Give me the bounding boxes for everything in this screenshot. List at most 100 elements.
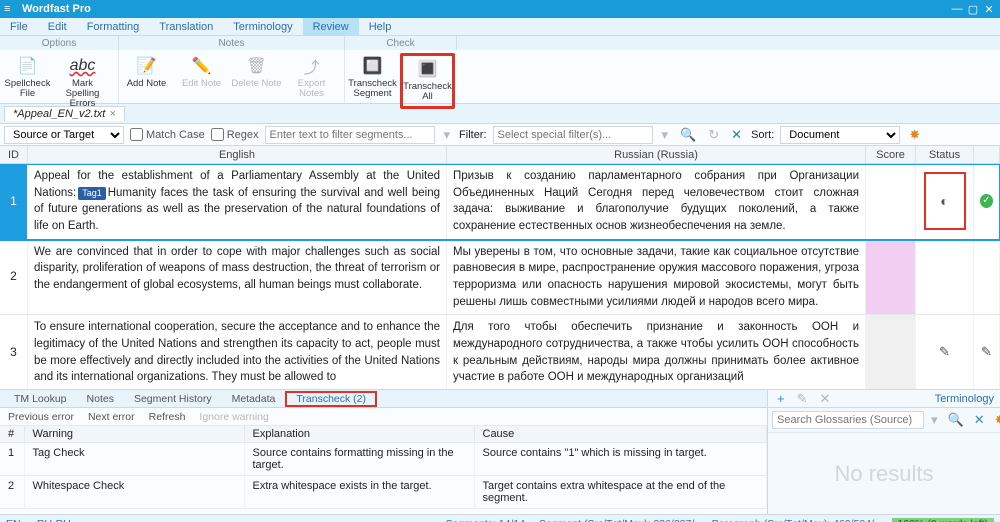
next-error-button[interactable]: Next error — [88, 411, 135, 423]
term-edit-icon[interactable]: ✎ — [794, 391, 811, 407]
delete-note-button[interactable]: 🗑 Delete Note — [229, 53, 284, 93]
col-english: English — [28, 146, 447, 163]
refresh-errors-button[interactable]: Refresh — [149, 411, 186, 423]
search-icon[interactable]: 🔍 — [677, 127, 699, 143]
status-lang: EN → RU-RU — [6, 518, 71, 522]
special-filter-dropdown-icon[interactable]: ▾ — [659, 127, 672, 143]
term-search-icon[interactable]: 🔍 — [945, 412, 967, 428]
score-bar — [866, 315, 916, 389]
tab-segment-history[interactable]: Segment History — [124, 392, 222, 406]
term-add-icon[interactable]: + — [774, 391, 788, 406]
app-title: Wordfast Pro — [22, 3, 91, 15]
export-notes-icon: ⤴ — [301, 55, 323, 77]
score-bar — [866, 240, 916, 315]
add-note-button[interactable]: 📝 Add Note — [119, 53, 174, 93]
term-delete-icon[interactable]: ✕ — [817, 391, 834, 407]
segment-row[interactable]: 3 To ensure international cooperation, s… — [0, 315, 1000, 389]
tc-row[interactable]: 1 Tag Check Source contains formatting m… — [0, 443, 767, 476]
segment-id: 2 — [0, 240, 28, 315]
filter-label: Filter: — [459, 129, 487, 141]
tc-row[interactable]: 2 Whitespace Check Extra whitespace exis… — [0, 476, 767, 509]
mark-spelling-icon: abc — [72, 55, 94, 77]
terminology-header: + ✎ ✕ Terminology — [768, 390, 1000, 408]
terminology-no-results: No results — [768, 433, 1000, 514]
segment-source[interactable]: To ensure international cooperation, sec… — [28, 315, 447, 389]
term-search-dropdown-icon[interactable]: ▾ — [928, 412, 941, 428]
segment-source[interactable]: We are convinced that in order to cope w… — [28, 240, 447, 315]
menu-file[interactable]: File — [0, 18, 38, 35]
scope-select[interactable]: Source or Target — [4, 126, 124, 144]
maximize-button[interactable]: ▢ — [966, 3, 980, 16]
match-case-checkbox[interactable]: Match Case — [130, 128, 205, 141]
export-notes-button[interactable]: ⤴ Export Notes — [284, 53, 339, 103]
transcheck-all-icon: 🔳 — [417, 58, 439, 80]
document-tabs: *Appeal_EN_v2.txt × — [0, 104, 1000, 124]
menu-formatting[interactable]: Formatting — [77, 18, 150, 35]
bottom-panels: TM Lookup Notes Segment History Metadata… — [0, 389, 1000, 514]
ribbon-captions: Options Notes Check — [0, 36, 1000, 50]
sort-label: Sort: — [751, 129, 774, 141]
menu-review[interactable]: Review — [303, 18, 359, 35]
tab-tm-lookup[interactable]: TM Lookup — [4, 392, 77, 406]
filter-text-input[interactable] — [265, 126, 435, 144]
inline-tag[interactable]: Tag1 — [78, 187, 106, 200]
document-tab-close[interactable]: × — [109, 108, 115, 120]
term-clear-icon[interactable]: ✕ — [971, 412, 988, 428]
filter-dropdown-icon[interactable]: ▾ — [441, 127, 454, 143]
title-bar: ≡ Wordfast Pro — ▢ ✕ — [0, 0, 1000, 18]
clear-filter-icon[interactable]: ✕ — [728, 127, 745, 143]
refresh-filter-icon[interactable]: ↻ — [705, 127, 722, 143]
transcheck-all-button[interactable]: 🔳 Transcheck All — [400, 53, 455, 109]
terminology-panel: + ✎ ✕ Terminology ▾ 🔍 ✕ ✸ No results — [768, 390, 1000, 514]
menu-edit[interactable]: Edit — [38, 18, 77, 35]
segment-row[interactable]: 2 We are convinced that in order to cope… — [0, 240, 1000, 316]
special-filter-input[interactable] — [493, 126, 653, 144]
gear-icon[interactable]: ✸ — [906, 127, 923, 143]
status-segment-counts: Segment (Src/Tgt/Max): 236/237/- — [539, 518, 698, 522]
add-note-icon: 📝 — [136, 55, 158, 77]
menu-help[interactable]: Help — [359, 18, 402, 35]
prev-error-button[interactable]: Previous error — [8, 411, 74, 423]
segment-target[interactable]: Для того чтобы обеспечить признание и за… — [447, 315, 866, 389]
tab-transcheck[interactable]: Transcheck (2) — [285, 391, 377, 407]
pin2-icon[interactable]: ✎ — [981, 343, 992, 362]
pin-icon[interactable]: ✎ — [939, 343, 950, 362]
terminology-title: Terminology — [935, 393, 994, 405]
segment-target[interactable]: Призыв к созданию парламентарного собран… — [447, 164, 866, 239]
segment-target[interactable]: Мы уверены в том, что основные задачи, т… — [447, 240, 866, 315]
menu-terminology[interactable]: Terminology — [223, 18, 302, 35]
status-segments: Segments: 14/14 — [446, 518, 525, 522]
spellcheck-button[interactable]: 📄 Spellcheck File — [0, 53, 55, 103]
sort-select[interactable]: Document — [780, 126, 900, 144]
segment-id: 3 — [0, 315, 28, 389]
hamburger-icon[interactable]: ≡ — [4, 3, 18, 15]
spellcheck-icon: 📄 — [17, 55, 39, 77]
col-id: ID — [0, 146, 28, 163]
ribbon: 📄 Spellcheck File abc Mark Spelling Erro… — [0, 50, 1000, 104]
tab-notes[interactable]: Notes — [77, 392, 124, 406]
edit-note-button[interactable]: ✏️ Edit Note — [174, 53, 229, 93]
status-progress: 100% (0 words left) — [892, 518, 994, 522]
regex-checkbox[interactable]: Regex — [211, 128, 259, 141]
segment-source[interactable]: Appeal for the establishment of a Parlia… — [28, 164, 447, 239]
terminology-search: ▾ 🔍 ✕ ✸ — [768, 408, 1000, 433]
transcheck-segment-button[interactable]: 🔲 Transcheck Segment — [345, 53, 400, 103]
delete-note-icon: 🗑 — [246, 55, 268, 77]
segment-row[interactable]: 1 Appeal for the establishment of a Parl… — [0, 164, 1000, 240]
minimize-button[interactable]: — — [950, 3, 964, 16]
menu-translation[interactable]: Translation — [149, 18, 223, 35]
status-bar: EN → RU-RU Segments: 14/14 Segment (Src/… — [0, 514, 1000, 522]
terminology-search-input[interactable] — [772, 411, 924, 429]
transcheck-toolbar: Previous error Next error Refresh Ignore… — [0, 408, 767, 426]
col-russian: Russian (Russia) — [447, 146, 866, 163]
close-button[interactable]: ✕ — [982, 3, 996, 16]
status-warning-icon[interactable]: ◐ — [940, 191, 948, 211]
col-status: Status — [916, 146, 974, 163]
transcheck-panel: TM Lookup Notes Segment History Metadata… — [0, 390, 768, 514]
ignore-warning-button[interactable]: Ignore warning — [199, 411, 268, 423]
tab-metadata[interactable]: Metadata — [222, 392, 286, 406]
tc-col-warning: Warning — [24, 426, 244, 443]
col-score: Score — [866, 146, 916, 163]
term-gear-icon[interactable]: ✸ — [992, 412, 1000, 428]
mark-spelling-button[interactable]: abc Mark Spelling Errors — [55, 53, 110, 113]
